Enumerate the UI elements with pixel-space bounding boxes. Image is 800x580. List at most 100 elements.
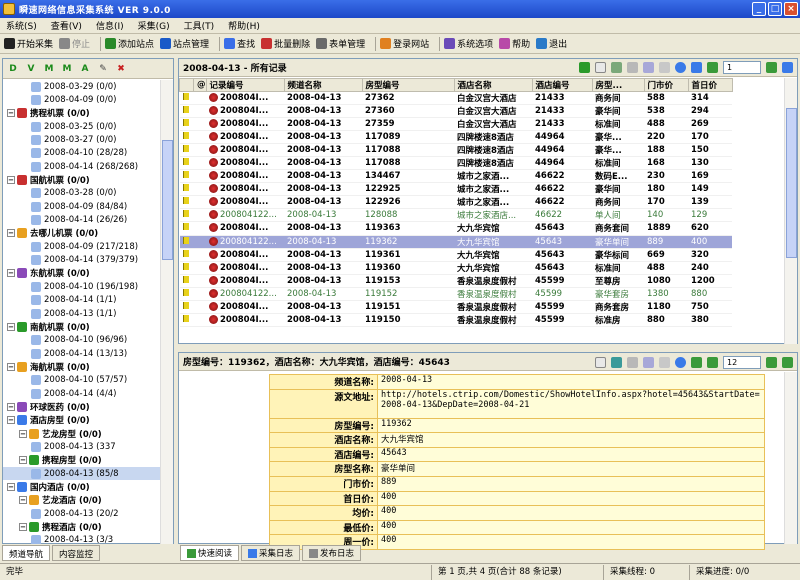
tree-node[interactable]: − 携程机票 (0/0) <box>3 107 161 120</box>
tree-expander-icon[interactable]: − <box>7 482 15 491</box>
filter-icon[interactable] <box>627 62 638 73</box>
toolbar-button-0[interactable]: 开始采集 <box>4 37 53 50</box>
table-row[interactable]: 200804I... 2008-04-13 134467 城市之家酒... 46622 数… <box>179 169 732 184</box>
tree-node[interactable]: − 海航机票 (0/0) <box>3 360 161 373</box>
tab-content-monitor[interactable]: 内容监控 <box>52 545 101 561</box>
menu-system[interactable]: 系统(S) <box>6 19 37 32</box>
tree-expander-icon[interactable]: − <box>7 416 15 425</box>
globe-icon[interactable] <box>675 62 686 73</box>
table-row[interactable]: 200804122... 2008-04-13 128088 城市之家酒店... 466… <box>179 208 732 223</box>
tree-expander-icon[interactable]: − <box>7 269 15 278</box>
toolbar-button-4[interactable]: 查找 <box>224 37 255 50</box>
tree-node[interactable]: − 南航机票 (0/0) <box>3 320 161 333</box>
recycle-icon[interactable] <box>611 62 622 73</box>
tree-expander-icon[interactable]: − <box>19 429 27 438</box>
menu-collect[interactable]: 采集(G) <box>138 19 170 32</box>
tree-node[interactable]: − 去哪儿机票 (0/0) <box>3 227 161 240</box>
tree-node[interactable]: 2008-04-13 (1/1) <box>3 307 161 320</box>
detail-first-icon[interactable] <box>691 357 702 368</box>
tree-expander-icon[interactable]: − <box>7 229 15 238</box>
tree-node[interactable]: 2008-04-14 (13/13) <box>3 347 161 360</box>
first-page-icon[interactable] <box>691 62 702 73</box>
detail-tag-icon[interactable] <box>643 357 654 368</box>
tree-node[interactable]: 2008-04-09 (217/218) <box>3 240 161 253</box>
column-header[interactable]: 酒店名称 <box>453 78 533 92</box>
tab-channel-nav[interactable]: 频道导航 <box>2 545 51 561</box>
tree-node[interactable]: − 携程酒店 (0/0) <box>3 520 161 533</box>
table-row[interactable]: 200804I... 2008-04-13 119151 香泉温泉度假村 45599 商务… <box>179 300 732 314</box>
tree-node[interactable]: 2008-03-25 (0/0) <box>3 120 161 133</box>
tree-node[interactable]: 2008-04-14 (4/4) <box>3 387 161 400</box>
toolbar-button-1[interactable]: 停止 <box>59 37 90 50</box>
left-tool-4[interactable]: A <box>79 63 91 75</box>
prev-page-icon[interactable] <box>707 62 718 73</box>
left-tool-0[interactable]: D <box>7 63 19 75</box>
left-tool-1[interactable]: V <box>25 63 37 75</box>
tree-node[interactable]: 2008-04-14 (268/268) <box>3 160 161 173</box>
tree-expander-icon[interactable]: − <box>19 496 27 505</box>
tree-node[interactable]: 2008-03-29 (0/0) <box>3 80 161 93</box>
tree-node[interactable]: 2008-04-14 (1/1) <box>3 294 161 307</box>
detail-last-icon[interactable] <box>782 357 793 368</box>
detail-scrollbar[interactable] <box>784 372 797 544</box>
tree-scrollbar[interactable] <box>160 80 173 544</box>
tree-expander-icon[interactable]: − <box>7 109 15 118</box>
tree-node[interactable]: 2008-04-13 (20/2 <box>3 507 161 520</box>
column-header-attach[interactable]: @ <box>193 78 207 92</box>
tree-node[interactable]: 2008-04-13 (3/3 <box>3 534 161 544</box>
tree-node[interactable]: 2008-04-13 (85/8 <box>3 466 161 481</box>
column-header[interactable]: 房型... <box>591 78 645 92</box>
detail-next-icon[interactable] <box>766 357 777 368</box>
page-input[interactable]: 1 <box>723 61 761 74</box>
toolbar-button-3[interactable]: 站点管理 <box>160 37 209 50</box>
tree-node[interactable]: − 艺龙房型 (0/0) <box>3 427 161 440</box>
table-row[interactable]: 200804I... 2008-04-13 119150 香泉温泉度假村 45599 标准… <box>179 313 732 327</box>
tree-node[interactable]: − 东航机票 (0/0) <box>3 267 161 280</box>
tree-expander-icon[interactable]: − <box>7 176 15 185</box>
toolbar-button-6[interactable]: 表单管理 <box>316 37 365 50</box>
detail-refresh-icon[interactable] <box>611 357 622 368</box>
tree-node[interactable]: 2008-04-10 (28/28) <box>3 147 161 160</box>
tree-expander-icon[interactable]: − <box>19 523 27 532</box>
table-row[interactable]: 200804I... 2008-04-13 119361 大九华宾馆 45643 豪华标间… <box>179 248 732 262</box>
detail-edit-icon[interactable] <box>595 357 606 368</box>
tree-node[interactable]: 2008-04-14 (26/26) <box>3 213 161 226</box>
detail-filter-icon[interactable] <box>627 357 638 368</box>
menu-view[interactable]: 查看(V) <box>51 19 82 32</box>
next-page-icon[interactable] <box>766 62 777 73</box>
toolbar-button-8[interactable]: 系统选项 <box>444 37 493 50</box>
tree-node[interactable]: 2008-03-28 (0/0) <box>3 187 161 200</box>
detail-page-input[interactable]: 12 <box>723 356 761 369</box>
tree-node[interactable]: − 国航机票 (0/0) <box>3 173 161 186</box>
toolbar-button-5[interactable]: 批量删除 <box>261 37 310 50</box>
table-row[interactable]: 200804I... 2008-04-13 117088 四牌楼速8酒店 44964 标准… <box>179 156 732 171</box>
tab-collect-log[interactable]: 采集日志 <box>241 545 301 561</box>
menu-info[interactable]: 信息(I) <box>96 19 124 32</box>
tab-publish-log[interactable]: 发布日志 <box>302 545 362 561</box>
left-tool-5[interactable]: ✎ <box>97 63 109 75</box>
column-header[interactable]: 门市价 <box>643 78 689 92</box>
table-row[interactable]: 200804I... 2008-04-13 119363 大九华宾馆 45643 商务套间… <box>179 221 732 236</box>
tree-node[interactable]: 2008-04-10 (96/96) <box>3 334 161 347</box>
column-header[interactable]: 记录编号 <box>205 78 285 92</box>
close-button[interactable]: × <box>784 2 798 16</box>
table-row[interactable]: 200804I... 2008-04-13 119360 大九华宾馆 45643 标准间 4… <box>179 261 732 275</box>
detail-globe-icon[interactable] <box>675 357 686 368</box>
column-header[interactable]: 房型编号 <box>361 78 455 92</box>
table-row[interactable]: 200804122... 2008-04-13 119362 大九华宾馆 45643 豪华… <box>179 235 732 249</box>
column-header-flag[interactable] <box>179 78 194 92</box>
table-row[interactable]: 200804I... 2008-04-13 122926 城市之家酒... 46622 商… <box>179 195 732 210</box>
toolbar-button-2[interactable]: 添加站点 <box>105 37 154 50</box>
column-header[interactable]: 酒店编号 <box>531 78 593 92</box>
tree-node[interactable]: − 国内酒店 (0/0) <box>3 480 161 493</box>
table-row[interactable]: 200804I... 2008-04-13 27360 白金汉宫大酒店 21433 豪华间… <box>179 104 732 119</box>
toolbar-button-7[interactable]: 登录网站 <box>380 37 429 50</box>
tree-node[interactable]: 2008-04-10 (196/198) <box>3 280 161 293</box>
edit-icon[interactable] <box>595 62 606 73</box>
table-row[interactable]: 200804I... 2008-04-13 122925 城市之家酒... 46622 豪… <box>179 182 732 197</box>
column-header[interactable]: 频道名称 <box>283 78 363 92</box>
tree-node[interactable]: 2008-04-09 (84/84) <box>3 200 161 213</box>
toolbar-button-9[interactable]: 帮助 <box>499 37 530 50</box>
detail-prev-icon[interactable] <box>707 357 718 368</box>
records-scrollbar[interactable] <box>784 78 797 344</box>
